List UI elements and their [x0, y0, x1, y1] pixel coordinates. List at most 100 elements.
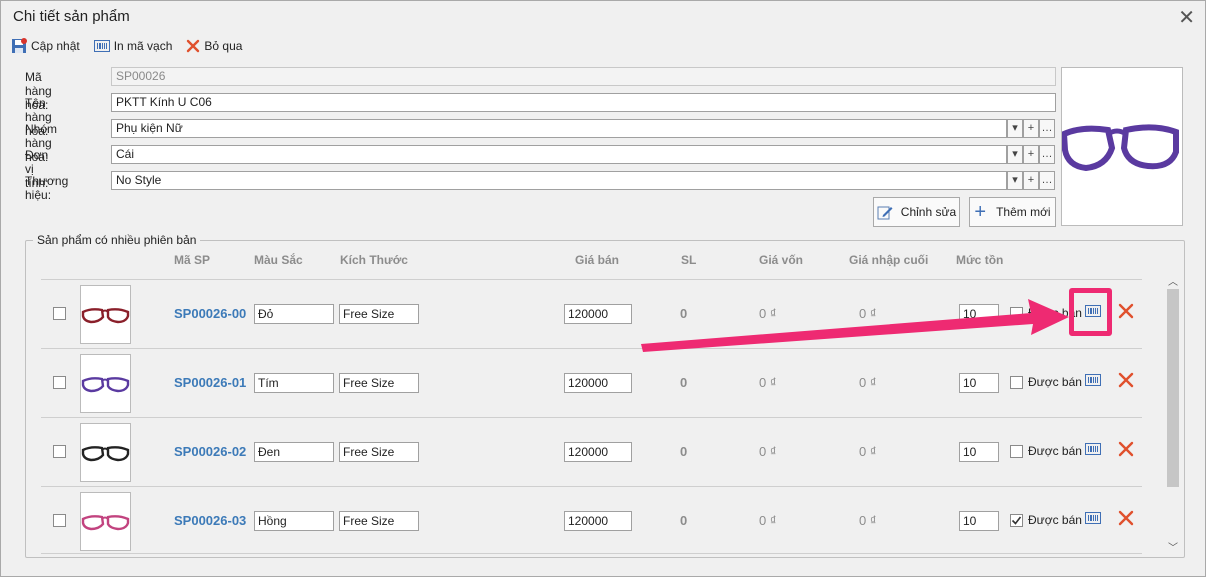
variant-stock-level-input[interactable]: 10: [959, 304, 999, 324]
variant-cost: 0 ₫: [759, 306, 777, 321]
delete-x-icon: [1118, 303, 1134, 319]
variant-qty: 0: [680, 306, 688, 321]
delete-row-button[interactable]: [1117, 509, 1135, 530]
variant-row: SP00026-02 Đen Free Size 120000 0 0 ₫ 0 …: [41, 417, 1142, 485]
variant-size-input[interactable]: Free Size: [339, 304, 419, 324]
print-barcode-row-button[interactable]: [1085, 374, 1101, 389]
variant-stock-level-input[interactable]: 10: [959, 373, 999, 393]
barcode-icon: [93, 40, 110, 52]
product-photo[interactable]: [1060, 67, 1183, 226]
skip-button[interactable]: Bỏ qua: [186, 39, 242, 53]
sell-toggle[interactable]: Được bán: [1010, 513, 1082, 527]
barcode-icon: [1085, 512, 1101, 524]
row-select-checkbox[interactable]: [53, 307, 66, 320]
update-button[interactable]: Cập nhật: [11, 38, 80, 54]
variant-price-input[interactable]: 120000: [564, 373, 632, 393]
variant-price-input[interactable]: 120000: [564, 442, 632, 462]
col-header-price: Giá bán: [575, 253, 620, 267]
variant-qty: 0: [680, 444, 688, 459]
sell-toggle[interactable]: Được bán: [1010, 306, 1082, 320]
sell-checkbox[interactable]: [1010, 513, 1023, 527]
sell-checkbox[interactable]: [1010, 444, 1023, 458]
row-select-checkbox[interactable]: [53, 376, 66, 389]
glasses-image: [81, 515, 130, 531]
variant-stock-level-input[interactable]: 10: [959, 442, 999, 462]
add-new-button[interactable]: + Thêm mới: [969, 197, 1056, 227]
more-icon[interactable]: …: [1039, 145, 1055, 164]
sell-label: Được bán: [1028, 306, 1082, 320]
scroll-up-icon[interactable]: ︿: [1166, 273, 1180, 288]
delete-row-button[interactable]: [1117, 440, 1135, 461]
variant-cost: 0 ₫: [759, 444, 777, 459]
print-barcode-row-button[interactable]: [1085, 443, 1101, 458]
variant-color-input[interactable]: Đen: [254, 442, 334, 462]
chevron-down-icon[interactable]: ▾: [1007, 171, 1023, 190]
variant-thumbnail[interactable]: [80, 285, 131, 344]
col-header-color: Màu Sắc: [254, 253, 303, 267]
print-barcode-label: In mã vạch: [113, 39, 173, 53]
pencil-icon: [877, 206, 893, 220]
delete-x-icon: [1118, 510, 1134, 526]
variant-size-input[interactable]: Free Size: [339, 442, 419, 462]
print-barcode-button[interactable]: In mã vạch: [93, 39, 173, 53]
sell-toggle[interactable]: Được bán: [1010, 375, 1082, 389]
variant-row: SP00026-03 Hồng Free Size 120000 0 0 ₫ 0…: [41, 486, 1142, 554]
row-select-checkbox[interactable]: [53, 514, 66, 527]
print-barcode-row-button[interactable]: [1085, 512, 1101, 527]
product-name-field[interactable]: PKTT Kính U C06: [111, 93, 1056, 112]
variant-price-input[interactable]: 120000: [564, 304, 632, 324]
window-title: Chi tiết sản phẩm: [13, 8, 130, 25]
col-header-stock-level: Mức tồn: [956, 253, 1004, 267]
variant-stock-level-input[interactable]: 10: [959, 511, 999, 531]
scroll-down-icon[interactable]: ﹀: [1166, 539, 1180, 554]
product-code-field: SP00026: [111, 67, 1056, 86]
variant-color-input[interactable]: Tím: [254, 373, 334, 393]
print-barcode-row-button[interactable]: [1085, 305, 1101, 320]
variant-sku-link[interactable]: SP00026-00: [174, 306, 246, 321]
variant-color-input[interactable]: Đỏ: [254, 304, 334, 324]
col-header-cost: Giá vốn: [759, 253, 804, 267]
sell-checkbox[interactable]: [1010, 306, 1023, 320]
variant-size-input[interactable]: Free Size: [339, 373, 419, 393]
variant-qty: 0: [680, 375, 688, 390]
variants-scrollbar[interactable]: ︿ ﹀: [1166, 273, 1180, 554]
variant-price-input[interactable]: 120000: [564, 511, 632, 531]
unit-select[interactable]: Cái: [111, 145, 1007, 164]
variant-sku-link[interactable]: SP00026-02: [174, 444, 246, 459]
edit-button[interactable]: Chỉnh sửa: [873, 197, 960, 227]
sell-checkbox[interactable]: [1010, 375, 1023, 389]
sell-label: Được bán: [1028, 375, 1082, 389]
sell-label: Được bán: [1028, 444, 1082, 458]
close-icon[interactable]: ✕: [1178, 5, 1195, 30]
chevron-down-icon[interactable]: ▾: [1007, 145, 1023, 164]
variant-sku-link[interactable]: SP00026-01: [174, 375, 246, 390]
edit-label: Chỉnh sửa: [900, 205, 957, 219]
sell-toggle[interactable]: Được bán: [1010, 444, 1082, 458]
variant-thumbnail[interactable]: [80, 354, 131, 413]
scroll-thumb[interactable]: [1167, 289, 1179, 487]
variant-size-input[interactable]: Free Size: [339, 511, 419, 531]
cancel-x-icon: [187, 39, 200, 53]
row-select-checkbox[interactable]: [53, 445, 66, 458]
delete-row-button[interactable]: [1117, 371, 1135, 392]
plus-icon[interactable]: +: [1023, 145, 1039, 164]
variant-color-input[interactable]: Hồng: [254, 511, 334, 531]
product-group-select[interactable]: Phụ kiện Nữ: [111, 119, 1007, 138]
plus-icon[interactable]: +: [1023, 171, 1039, 190]
update-label: Cập nhật: [31, 39, 80, 53]
variant-sku-link[interactable]: SP00026-03: [174, 513, 246, 528]
col-header-qty: SL: [681, 253, 697, 267]
variant-thumbnail[interactable]: [80, 423, 131, 482]
chevron-down-icon[interactable]: ▾: [1007, 119, 1023, 138]
variant-thumbnail[interactable]: [80, 492, 131, 551]
plus-icon[interactable]: +: [1023, 119, 1039, 138]
glasses-image: [81, 377, 130, 393]
more-icon[interactable]: …: [1039, 119, 1055, 138]
product-detail-window: Chi tiết sản phẩm ✕ Cập nhật In mã vạch: [0, 0, 1206, 577]
plus-icon: +: [974, 201, 987, 223]
more-icon[interactable]: …: [1039, 171, 1055, 190]
title-bar: Chi tiết sản phẩm ✕: [1, 1, 1205, 33]
delete-row-button[interactable]: [1117, 302, 1135, 323]
brand-select[interactable]: No Style: [111, 171, 1007, 190]
sell-label: Được bán: [1028, 513, 1082, 527]
